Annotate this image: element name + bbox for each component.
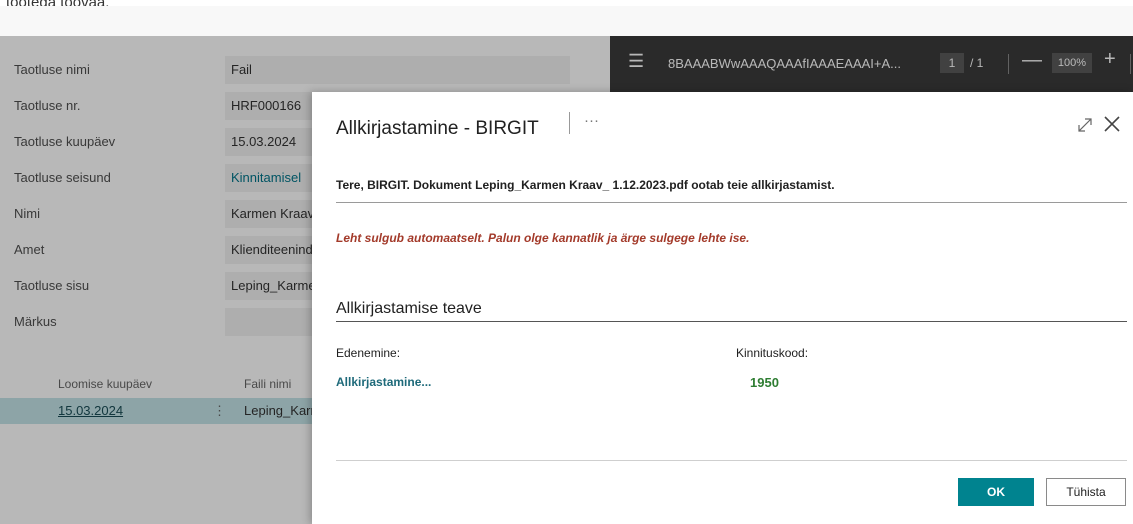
- ok-button[interactable]: OK: [958, 478, 1034, 506]
- code-label: Kinnituskood:: [736, 346, 809, 360]
- warning-message: Leht sulgub automaatselt. Palun olge kan…: [336, 231, 750, 245]
- section-title: Allkirjastamise teave: [336, 300, 482, 317]
- title-divider: [569, 112, 570, 134]
- section-divider: [336, 321, 1127, 322]
- signing-dialog: Allkirjastamine - BIRGIT ··· Tere, BIRGI…: [312, 92, 1133, 524]
- dialog-title: Allkirjastamine - BIRGIT: [336, 118, 539, 139]
- greeting-message: Tere, BIRGIT. Dokument Leping_Karmen Kra…: [336, 178, 835, 192]
- expand-icon[interactable]: [1076, 116, 1094, 134]
- progress-label: Edenemine:: [336, 346, 401, 360]
- divider: [336, 202, 1127, 203]
- footer-divider: [336, 460, 1127, 461]
- confirmation-code: 1950: [750, 375, 779, 390]
- more-options-icon[interactable]: ···: [584, 112, 599, 129]
- progress-value: Allkirjastamine...: [336, 375, 432, 389]
- cancel-button[interactable]: Tühista: [1046, 478, 1126, 506]
- close-icon[interactable]: [1102, 114, 1122, 134]
- top-band: [0, 6, 1133, 36]
